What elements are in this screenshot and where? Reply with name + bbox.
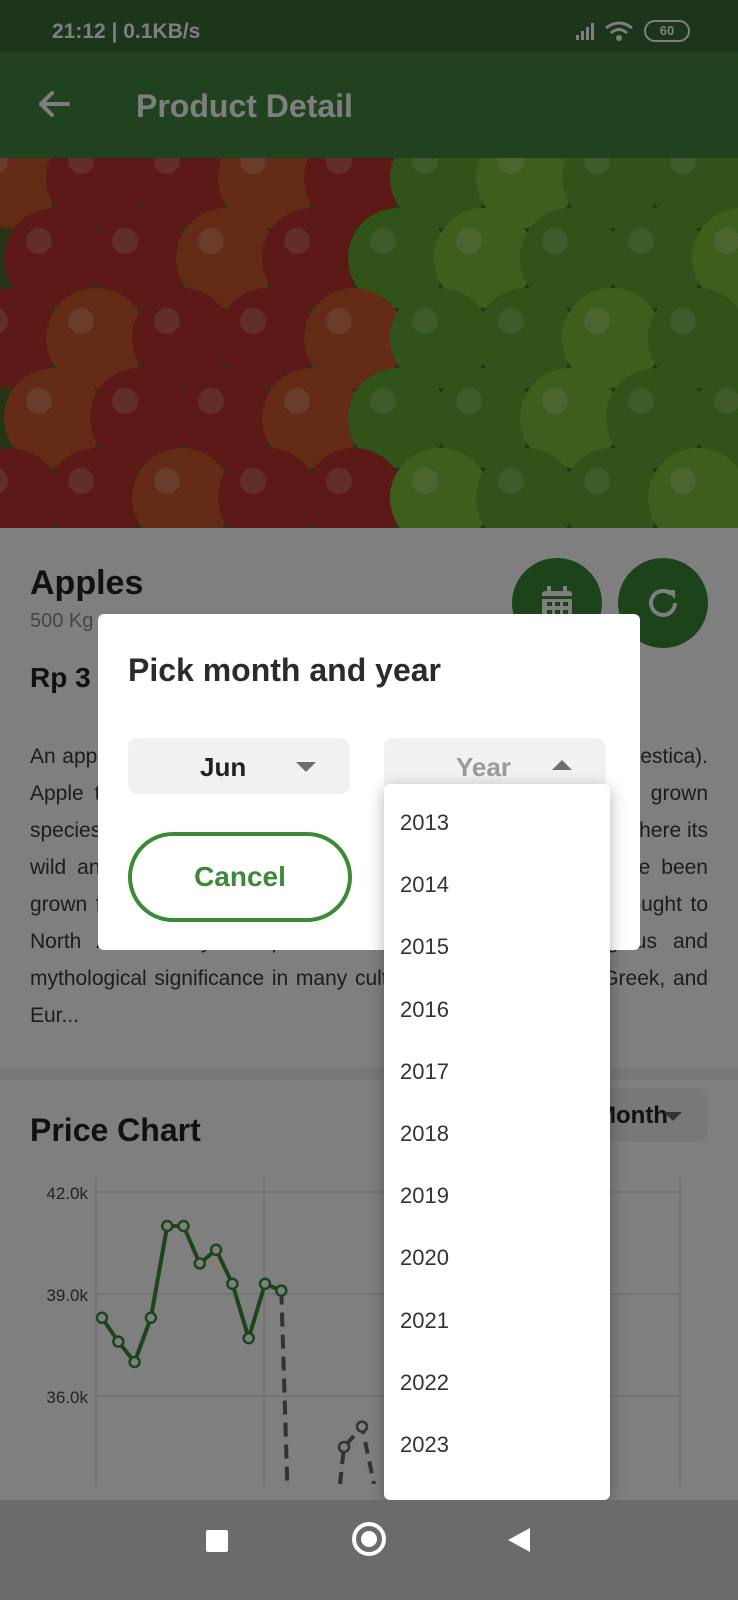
year-dropdown: 2013 2014 2015 2016 2017 2018 2019 2020 … <box>384 784 610 1500</box>
year-option[interactable]: 2016 <box>384 979 610 1041</box>
dialog-title: Pick month and year <box>128 652 441 688</box>
system-nav-bar <box>0 1500 738 1600</box>
year-option[interactable]: 2018 <box>384 1103 610 1165</box>
month-select-value: Jun <box>200 752 247 782</box>
recents-icon[interactable] <box>206 1530 228 1552</box>
month-select[interactable]: Jun <box>128 738 350 794</box>
year-select-placeholder: Year <box>456 752 511 782</box>
year-option[interactable]: 2013 <box>384 792 610 854</box>
nav-back-icon[interactable] <box>508 1528 530 1552</box>
year-option[interactable]: 2015 <box>384 916 610 978</box>
year-option[interactable]: 2014 <box>384 854 610 916</box>
year-option[interactable]: 2017 <box>384 1041 610 1103</box>
year-option[interactable]: 2022 <box>384 1352 610 1414</box>
chevron-down-icon <box>296 762 316 772</box>
year-option[interactable]: 2023 <box>384 1414 610 1476</box>
year-option[interactable]: 2021 <box>384 1290 610 1352</box>
year-option[interactable]: 2019 <box>384 1165 610 1227</box>
year-option[interactable]: 2020 <box>384 1227 610 1289</box>
home-icon[interactable] <box>352 1522 386 1556</box>
cancel-button[interactable]: Cancel <box>128 832 352 922</box>
chevron-up-icon <box>552 760 572 770</box>
